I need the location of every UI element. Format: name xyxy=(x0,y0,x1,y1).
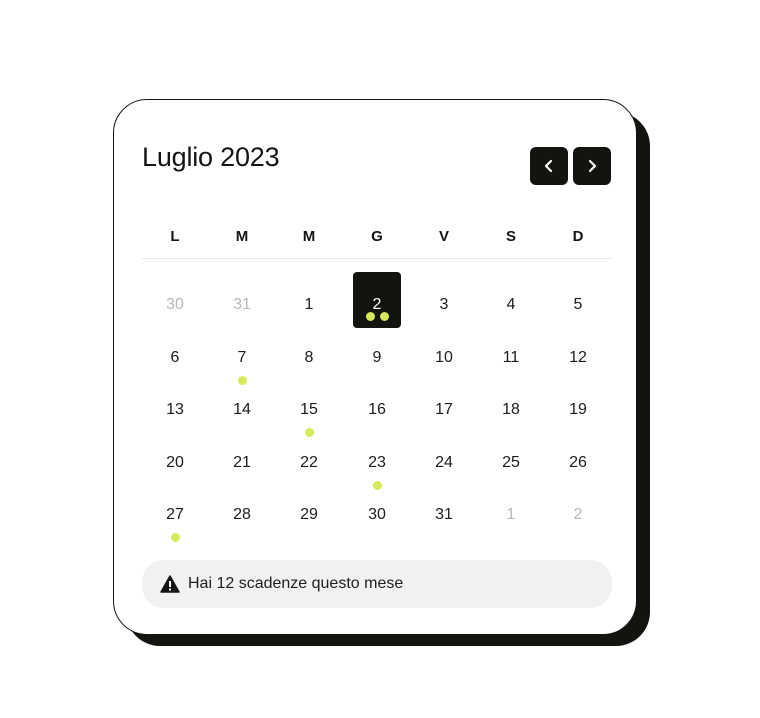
weekday-label: V xyxy=(438,228,449,245)
weekday-label: M xyxy=(302,228,316,245)
chevron-right-icon xyxy=(588,159,597,173)
day-number: 8 xyxy=(304,349,314,366)
day-cell[interactable]: 17 xyxy=(420,377,468,433)
day-number: 16 xyxy=(368,401,386,418)
day-cell[interactable]: 9 xyxy=(353,325,401,381)
day-cell[interactable]: 30 xyxy=(353,482,401,538)
day-cell[interactable]: 1 xyxy=(487,482,535,538)
day-number: 10 xyxy=(435,349,453,366)
deadline-alert: Hai 12 scadenze questo mese xyxy=(142,560,612,608)
day-number: 9 xyxy=(372,349,382,366)
day-number: 21 xyxy=(233,454,251,471)
weekday-label: D xyxy=(572,228,584,245)
deadline-dots xyxy=(151,533,199,542)
day-cell[interactable]: 31 xyxy=(218,272,266,328)
day-cell[interactable]: 5 xyxy=(554,272,602,328)
day-cell[interactable]: 31 xyxy=(420,482,468,538)
day-number: 30 xyxy=(368,506,386,523)
weekday-label: G xyxy=(371,228,383,245)
day-cell[interactable]: 24 xyxy=(420,430,468,486)
day-number: 3 xyxy=(439,296,449,313)
day-cell[interactable]: 14 xyxy=(218,377,266,433)
day-cell[interactable]: 22 xyxy=(285,430,333,486)
day-number: 22 xyxy=(300,454,318,471)
day-cell[interactable]: 18 xyxy=(487,377,535,433)
day-number: 6 xyxy=(170,349,180,366)
weekday-label: M xyxy=(235,228,249,245)
day-number: 1 xyxy=(506,506,516,523)
day-cell[interactable]: 2 xyxy=(554,482,602,538)
day-number: 20 xyxy=(166,454,184,471)
day-cell[interactable]: 28 xyxy=(218,482,266,538)
day-cell[interactable]: 29 xyxy=(285,482,333,538)
alert-text: Hai 12 scadenze questo mese xyxy=(188,575,404,592)
day-number: 4 xyxy=(506,296,516,313)
day-cell[interactable]: 26 xyxy=(554,430,602,486)
day-number: 26 xyxy=(569,454,587,471)
day-cell[interactable]: 23 xyxy=(353,430,401,490)
calendar-card: Luglio 2023 LMMGVSD 30 31 1 2 3 4 5 6 7 8 9 10 11 12 1… xyxy=(113,99,637,635)
day-number: 25 xyxy=(502,454,520,471)
deadline-dot xyxy=(379,312,389,321)
day-cell[interactable]: 30 xyxy=(151,272,199,328)
next-month-button[interactable] xyxy=(573,147,611,185)
day-cell-selected[interactable]: 2 xyxy=(353,272,401,328)
day-number: 31 xyxy=(435,506,453,523)
day-cell[interactable]: 10 xyxy=(420,325,468,381)
deadline-dots xyxy=(353,312,401,321)
weekday-label: S xyxy=(505,228,516,245)
day-number: 14 xyxy=(233,401,251,418)
day-cell[interactable]: 25 xyxy=(487,430,535,486)
day-number: 31 xyxy=(233,296,251,313)
day-number: 28 xyxy=(233,506,251,523)
weekday-header: LMMGVSD xyxy=(142,228,612,248)
day-number: 23 xyxy=(368,454,386,471)
day-number: 15 xyxy=(300,401,318,418)
day-number: 13 xyxy=(166,401,184,418)
day-cell[interactable]: 1 xyxy=(285,272,333,328)
day-number: 2 xyxy=(573,506,583,523)
stage: Luglio 2023 LMMGVSD 30 31 1 2 3 4 5 6 7 8 9 10 11 12 1… xyxy=(0,0,760,718)
day-number: 12 xyxy=(569,349,587,366)
day-cell[interactable]: 7 xyxy=(218,325,266,385)
day-cell[interactable]: 11 xyxy=(487,325,535,381)
day-cell[interactable]: 8 xyxy=(285,325,333,381)
day-number: 7 xyxy=(237,349,247,366)
day-cell[interactable]: 3 xyxy=(420,272,468,328)
day-cell[interactable]: 20 xyxy=(151,430,199,486)
chevron-left-icon xyxy=(544,159,553,173)
day-number: 17 xyxy=(435,401,453,418)
day-number: 29 xyxy=(300,506,318,523)
deadline-dot xyxy=(170,533,180,542)
day-cell[interactable]: 4 xyxy=(487,272,535,328)
day-cell[interactable]: 27 xyxy=(151,482,199,542)
prev-month-button[interactable] xyxy=(530,147,568,185)
day-cell[interactable]: 13 xyxy=(151,377,199,433)
month-title: Luglio 2023 xyxy=(142,142,280,172)
deadline-dot xyxy=(365,312,375,321)
day-number: 1 xyxy=(304,296,314,313)
day-number: 30 xyxy=(166,296,184,313)
warning-icon xyxy=(160,575,180,593)
day-cell[interactable]: 12 xyxy=(554,325,602,381)
day-grid: 30 31 1 2 3 4 5 6 7 8 9 10 11 12 13 14 15 16 17 18 19 20 21 22 2… xyxy=(142,260,612,542)
day-number: 27 xyxy=(166,506,184,523)
day-number: 5 xyxy=(573,296,583,313)
weekday-label: L xyxy=(170,228,180,245)
day-cell[interactable]: 6 xyxy=(151,325,199,381)
header-divider xyxy=(142,258,612,259)
day-cell[interactable]: 16 xyxy=(353,377,401,433)
day-cell[interactable]: 21 xyxy=(218,430,266,486)
day-cell[interactable]: 19 xyxy=(554,377,602,433)
day-number: 19 xyxy=(569,401,587,418)
day-number: 11 xyxy=(502,349,520,366)
day-cell[interactable]: 15 xyxy=(285,377,333,437)
day-number: 24 xyxy=(435,454,453,471)
day-number: 18 xyxy=(502,401,520,418)
